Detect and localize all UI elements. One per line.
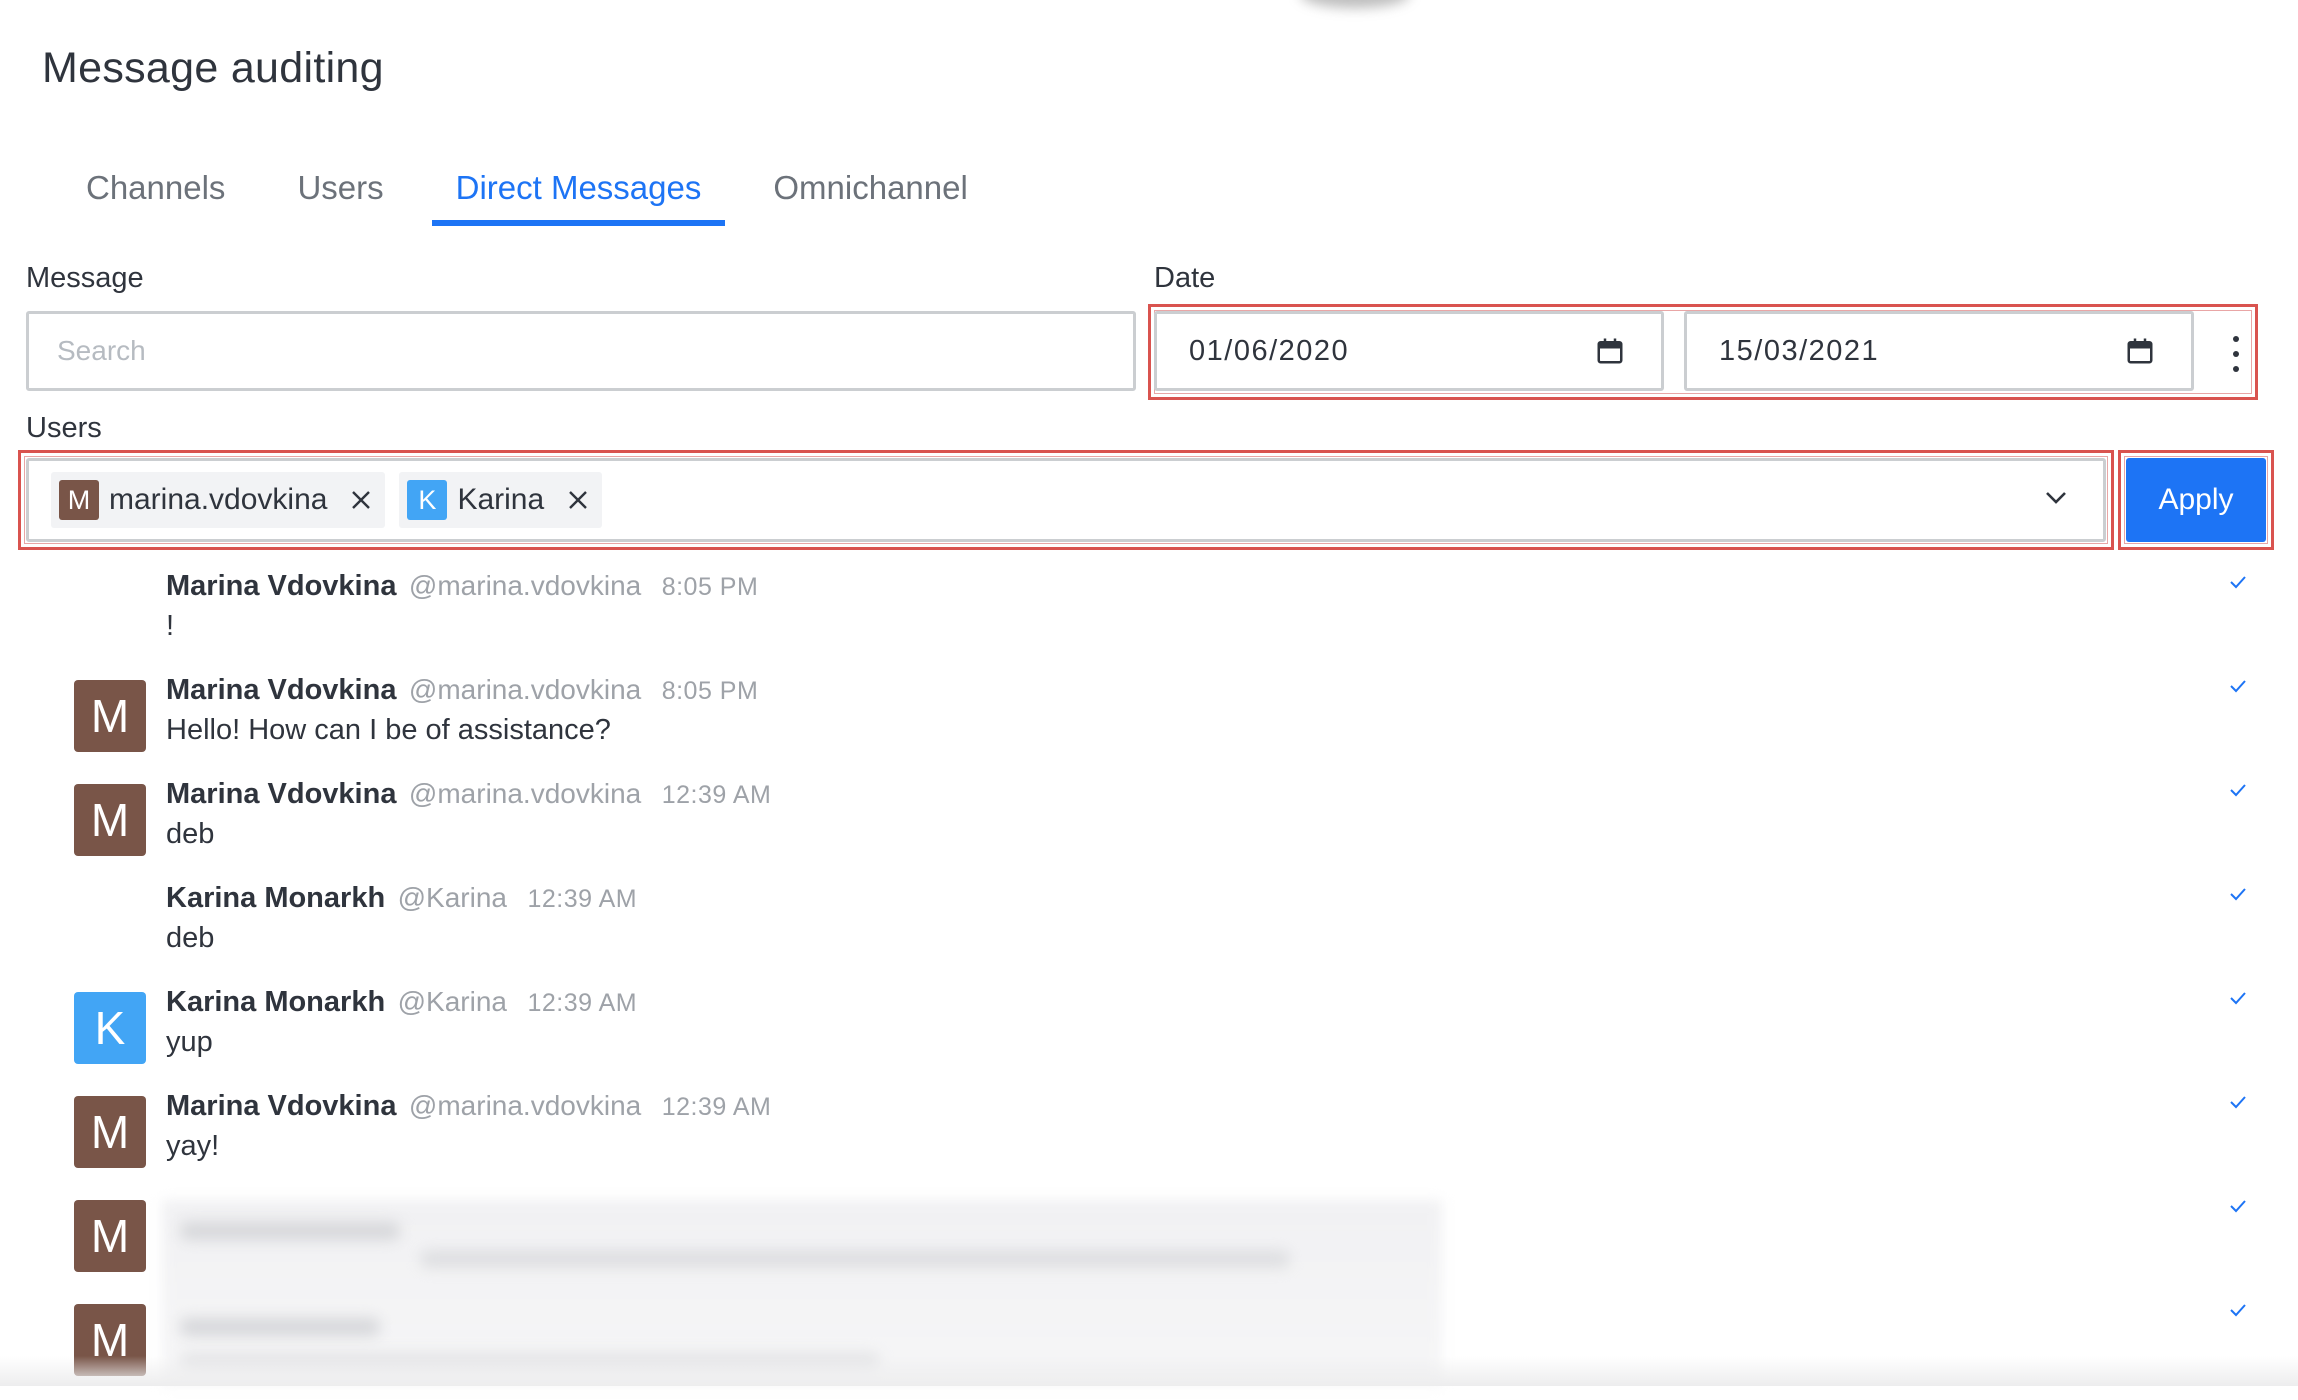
date-from-value: 01/06/2020 [1189,334,1350,367]
tab-omnichannel[interactable]: Omnichannel [749,160,991,226]
tab-channels[interactable]: Channels [62,160,249,226]
date-to-input[interactable]: 15/03/2021 [1684,311,2194,391]
check-icon [2230,784,2246,797]
close-icon[interactable] [566,488,590,512]
message-item[interactable]: Marina Vdovkina @marina.vdovkina 8:05 PM… [0,568,2298,672]
message-time: 12:39 AM [661,781,772,809]
message-time: 12:39 AM [661,1093,772,1121]
message-label: Message [26,262,144,294]
check-icon [2230,992,2246,1005]
message-text: Hello! How can I be of assistance? [166,714,611,746]
message-username: @marina.vdovkina [408,570,642,601]
message-text: ! [166,610,175,642]
message-username: @marina.vdovkina [408,1090,642,1121]
date-from-input[interactable]: 01/06/2020 [1154,311,1664,391]
message-username: @Karina [397,986,507,1017]
close-icon[interactable] [349,488,373,512]
check-icon [2230,1200,2246,1213]
kebab-menu-icon[interactable] [2226,336,2246,372]
page-title: Message auditing [42,44,384,92]
message-header: Marina Vdovkina @marina.vdovkina 12:39 A… [166,1090,771,1123]
user-chip: K Karina [399,472,603,528]
date-label: Date [1154,262,1216,294]
message-time: 8:05 PM [661,573,759,601]
message-time: 8:05 PM [661,677,759,705]
check-icon [2230,680,2246,693]
tab-bar: Channels Users Direct Messages Omnichann… [62,160,1016,230]
message-author: Karina Monarkh [166,882,386,914]
message-author: Marina Vdovkina [166,1090,397,1122]
message-header: Karina Monarkh @Karina 12:39 AM [166,986,637,1019]
message-author: Marina Vdovkina [166,778,397,810]
bottom-fade [0,1356,2298,1386]
avatar: M [74,1096,146,1168]
avatar: M [74,1200,146,1272]
message-username: @Karina [397,882,507,913]
message-username: @marina.vdovkina [408,778,642,809]
calendar-icon[interactable] [2125,336,2155,366]
apply-button[interactable]: Apply [2126,458,2266,542]
message-author: Karina Monarkh [166,986,386,1018]
check-icon [2230,888,2246,901]
message-search-input[interactable] [26,311,1136,391]
message-text: yup [166,1026,213,1058]
tab-direct-messages[interactable]: Direct Messages [431,160,726,226]
message-item[interactable]: M Marina Vdovkina @marina.vdovkina 12:39… [0,1088,2298,1192]
avatar: K [407,480,448,520]
check-icon [2230,1304,2246,1317]
calendar-icon[interactable] [1595,336,1625,366]
chevron-down-icon[interactable] [2044,490,2068,506]
message-time: 12:39 AM [527,989,638,1017]
message-item[interactable]: K Karina Monarkh @Karina 12:39 AM yup [0,984,2298,1088]
check-icon [2230,1096,2246,1109]
tab-users[interactable]: Users [273,160,407,226]
blurred-line [180,1222,400,1240]
users-label: Users [26,412,102,444]
top-shadow [1300,0,1410,8]
avatar: M [74,784,146,856]
message-header: Marina Vdovkina @marina.vdovkina 8:05 PM [166,674,758,707]
user-chip: M marina.vdovkina [51,472,386,528]
avatar: M [74,680,146,752]
message-text: deb [166,922,215,954]
avatar: M [59,480,99,520]
users-autocomplete[interactable]: M marina.vdovkina K Karina [26,458,2106,542]
blurred-line [420,1250,1290,1268]
message-item[interactable]: Karina Monarkh @Karina 12:39 AM deb [0,880,2298,984]
message-header: Marina Vdovkina @marina.vdovkina 12:39 A… [166,778,771,811]
check-icon [2230,576,2246,589]
message-username: @marina.vdovkina [408,674,642,705]
message-text: yay! [166,1130,220,1162]
message-author: Marina Vdovkina [166,674,397,706]
avatar: K [74,992,146,1064]
message-text: deb [166,818,215,850]
message-item[interactable]: M Marina Vdovkina @marina.vdovkina 8:05 … [0,672,2298,776]
message-header: Marina Vdovkina @marina.vdovkina 8:05 PM [166,570,758,603]
user-chip-name: Karina [457,483,545,516]
date-to-value: 15/03/2021 [1719,334,1880,367]
blurred-line [180,1318,380,1336]
message-header: Karina Monarkh @Karina 12:39 AM [166,882,637,915]
user-chip-name: marina.vdovkina [109,483,328,516]
message-item[interactable]: M Marina Vdovkina @marina.vdovkina 12:39… [0,776,2298,880]
message-author: Marina Vdovkina [166,570,397,602]
message-time: 12:39 AM [527,885,638,913]
